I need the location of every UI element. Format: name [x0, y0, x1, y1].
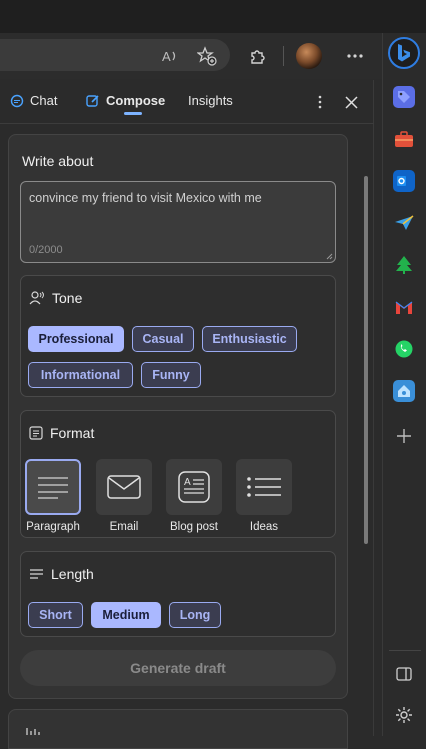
chat-bubble-icon [10, 94, 24, 107]
more-icon[interactable] [342, 43, 368, 69]
compose-card: Write about convince my friend to visit … [8, 134, 348, 699]
tone-chip-casual[interactable]: Casual [132, 326, 194, 352]
format-label-paragraph: Paragraph [26, 521, 80, 533]
svg-text:A: A [184, 477, 191, 488]
gmail-icon[interactable] [393, 296, 415, 318]
length-section: Length Short Medium Long [20, 551, 336, 637]
write-about-input[interactable]: convince my friend to visit Mexico with … [20, 181, 336, 263]
tone-header: Tone [29, 290, 82, 306]
toolbar-separator [283, 46, 284, 66]
edge-sidebar [382, 33, 426, 736]
panel-scrollbar[interactable] [364, 176, 368, 544]
panel-tabs: Chat Compose Insights [0, 80, 374, 124]
length-title: Length [51, 566, 94, 582]
generate-draft-button[interactable]: Generate draft [20, 650, 336, 686]
send-plane-icon[interactable] [393, 212, 415, 234]
bing-chat-icon[interactable] [388, 37, 420, 69]
length-lines-icon [30, 569, 43, 579]
tone-chip-professional[interactable]: Professional [28, 326, 124, 352]
bing-side-panel: Chat Compose Insights Write about convin… [0, 80, 374, 749]
outlook-icon[interactable] [393, 170, 415, 192]
preview-card [8, 709, 348, 749]
active-tab-indicator [124, 112, 142, 115]
write-about-label: Write about [22, 153, 94, 169]
length-chip-long[interactable]: Long [169, 602, 221, 628]
format-option-paragraph[interactable] [25, 459, 81, 515]
add-favorite-icon[interactable] [194, 43, 220, 69]
browser-toolbar: A [0, 33, 382, 79]
format-label-blog-post: Blog post [170, 521, 218, 533]
svg-text:A: A [162, 49, 171, 64]
length-header: Length [29, 566, 94, 582]
profile-avatar[interactable] [296, 43, 322, 69]
format-title: Format [50, 425, 95, 441]
tab-compose-label: Compose [106, 93, 166, 108]
paragraph-icon [38, 477, 68, 499]
compose-pencil-icon [86, 94, 99, 107]
format-section: Format Paragraph Email A Blog post Ideas [20, 410, 336, 538]
sidebar-divider [389, 650, 421, 651]
add-icon[interactable] [393, 425, 415, 447]
tone-title: Tone [52, 290, 83, 306]
whatsapp-icon[interactable] [393, 338, 415, 360]
tab-insights[interactable]: Insights [188, 93, 233, 108]
format-header: Format [29, 425, 94, 441]
tab-chat-label: Chat [30, 93, 58, 108]
tone-person-icon [29, 291, 44, 305]
char-counter: 0/2000 [29, 244, 63, 256]
blog-post-icon: A [178, 471, 210, 503]
ideas-list-icon [247, 477, 281, 497]
format-option-email[interactable] [96, 459, 152, 515]
tree-icon[interactable] [393, 254, 415, 276]
format-label-ideas: Ideas [249, 521, 279, 533]
tab-chat[interactable]: Chat [10, 93, 57, 108]
app-house-icon[interactable] [393, 380, 415, 402]
extensions-icon[interactable] [245, 43, 271, 69]
format-doc-icon [29, 426, 43, 440]
length-chip-medium[interactable]: Medium [91, 602, 161, 628]
resize-grip-icon[interactable] [326, 253, 333, 260]
shopping-tag-icon[interactable] [393, 86, 415, 108]
tone-chip-enthusiastic[interactable]: Enthusiastic [202, 326, 297, 352]
hide-sidebar-icon[interactable] [393, 663, 415, 685]
panel-more-icon[interactable] [311, 93, 329, 111]
tone-section: Tone Professional Casual Enthusiastic In… [20, 275, 336, 397]
read-aloud-icon[interactable]: A [158, 43, 184, 69]
settings-gear-icon[interactable] [393, 704, 415, 726]
format-option-ideas[interactable] [236, 459, 292, 515]
write-about-value: convince my friend to visit Mexico with … [29, 191, 262, 205]
compose-scroll-area[interactable]: Write about convince my friend to visit … [0, 124, 374, 749]
tools-briefcase-icon[interactable] [393, 128, 415, 150]
tab-compose[interactable]: Compose [86, 93, 165, 108]
close-icon[interactable] [342, 93, 360, 111]
tab-insights-label: Insights [188, 93, 233, 108]
format-label-email: Email [109, 521, 139, 533]
format-option-blog-post[interactable]: A [166, 459, 222, 515]
tone-chip-informational[interactable]: Informational [28, 362, 133, 388]
preview-icon [26, 728, 40, 735]
title-bar [0, 0, 426, 33]
length-chip-short[interactable]: Short [28, 602, 83, 628]
tone-chip-funny[interactable]: Funny [141, 362, 201, 388]
email-envelope-icon [107, 475, 141, 499]
